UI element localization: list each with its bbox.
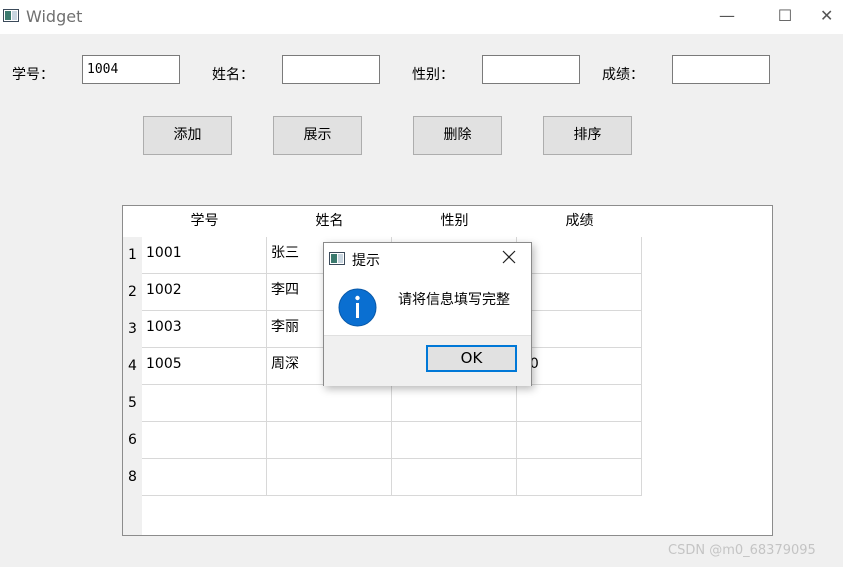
score-field[interactable] <box>672 55 770 84</box>
table-cell[interactable] <box>517 459 642 496</box>
info-dialog: 提示 请将信息填写完整 OK <box>323 242 532 386</box>
dialog-title: 提示 <box>352 253 380 269</box>
row-header[interactable]: 3 <box>123 311 142 348</box>
watermark: CSDN @m0_68379095 <box>668 543 816 558</box>
table-cell[interactable] <box>517 422 642 459</box>
table-cell[interactable] <box>517 385 642 422</box>
app-icon <box>3 9 19 22</box>
table-cell[interactable]: 1003 <box>142 311 267 348</box>
add-button[interactable]: 添加 <box>143 116 232 155</box>
ok-button[interactable]: OK <box>426 345 517 372</box>
close-button[interactable]: ✕ <box>820 0 843 34</box>
row-header[interactable]: 8 <box>123 459 142 496</box>
row-header[interactable]: 5 <box>123 385 142 422</box>
column-header-gender[interactable]: 性别 <box>392 206 517 237</box>
dialog-close-icon[interactable] <box>502 250 516 264</box>
sort-button[interactable]: 排序 <box>543 116 632 155</box>
table-cell[interactable] <box>142 459 267 496</box>
id-label: 学号： <box>12 67 54 83</box>
row-header[interactable]: 2 <box>123 274 142 311</box>
table-corner[interactable] <box>123 206 142 237</box>
table-cell[interactable]: 1005 <box>142 348 267 385</box>
table-cell[interactable] <box>267 385 392 422</box>
name-field[interactable] <box>282 55 380 84</box>
table-cell[interactable] <box>392 422 517 459</box>
score-label: 成绩： <box>602 67 644 83</box>
row-header[interactable]: 4 <box>123 348 142 385</box>
maximize-button[interactable]: ☐ <box>762 0 808 34</box>
table-cell[interactable] <box>267 459 392 496</box>
table-cell[interactable]: 9 <box>517 311 642 348</box>
show-button[interactable]: 展示 <box>273 116 362 155</box>
column-header-score[interactable]: 成绩 <box>517 206 642 237</box>
table-cell[interactable]: 1001 <box>142 237 267 274</box>
gender-field[interactable] <box>482 55 580 84</box>
table-cell[interactable] <box>142 385 267 422</box>
table-cell[interactable] <box>267 422 392 459</box>
window-title: Widget <box>26 7 83 26</box>
table-cell[interactable] <box>392 385 517 422</box>
table-cell[interactable] <box>142 422 267 459</box>
dialog-app-icon <box>329 252 345 265</box>
info-icon <box>338 288 377 327</box>
column-header-id[interactable]: 学号 <box>142 206 267 237</box>
row-header[interactable]: 1 <box>123 237 142 274</box>
delete-button[interactable]: 删除 <box>413 116 502 155</box>
dialog-button-bar: OK <box>324 335 531 386</box>
table-cell[interactable]: 6 <box>517 274 642 311</box>
table-cell[interactable]: 9 <box>517 237 642 274</box>
id-field[interactable]: 1004 <box>82 55 180 84</box>
row-header[interactable]: 6 <box>123 422 142 459</box>
title-bar: Widget — ☐ ✕ <box>0 0 843 34</box>
table-cell[interactable] <box>392 459 517 496</box>
name-label: 姓名： <box>212 67 254 83</box>
minimize-button[interactable]: — <box>704 0 750 34</box>
gender-label: 性别： <box>412 67 454 83</box>
column-header-name[interactable]: 姓名 <box>267 206 392 237</box>
dialog-message: 请将信息填写完整 <box>398 292 510 308</box>
table-cell[interactable]: 1002 <box>142 274 267 311</box>
table-cell[interactable]: 00 <box>517 348 642 385</box>
